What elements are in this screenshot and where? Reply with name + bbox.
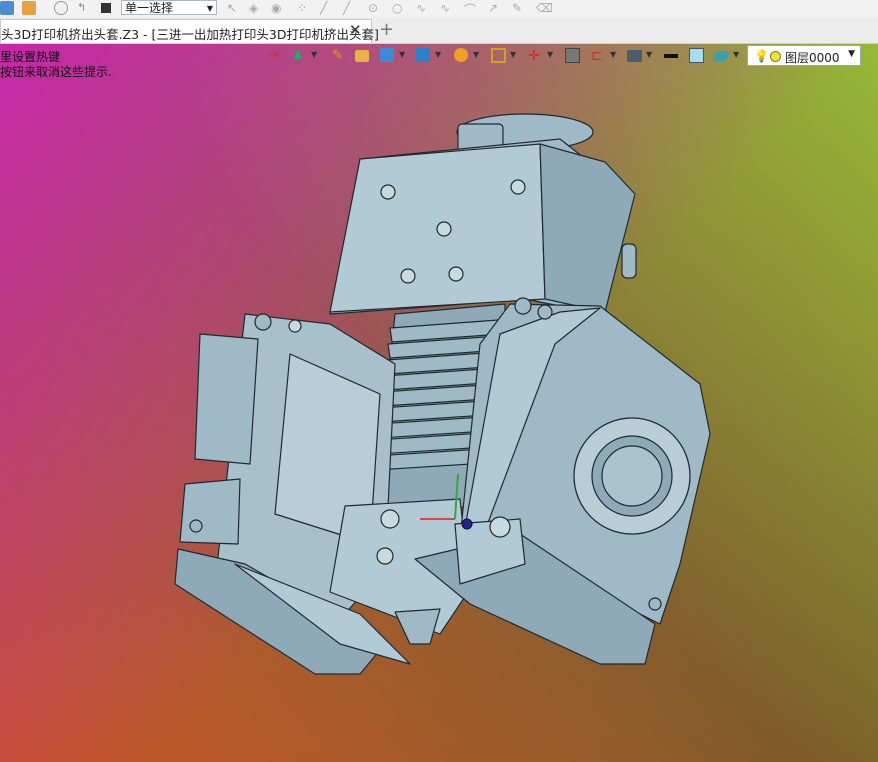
- document-tab-bar: 头3D打印机挤出头套.Z3 - [三进一出加热打印头3D打印机挤出头套] ✕: [0, 17, 878, 44]
- model-fan-hub: [601, 445, 663, 507]
- model-hex-screw: [380, 509, 400, 529]
- curve-icon[interactable]: ∿: [416, 1, 430, 15]
- model-screw: [489, 516, 511, 538]
- model-hole: [400, 268, 416, 284]
- model-motor-side: [539, 143, 636, 313]
- eraser-icon[interactable]: ⌫: [536, 1, 553, 15]
- selection-mode-value: 单一选择: [125, 1, 174, 15]
- 3d-viewport[interactable]: 里设置热键 按钮来取消这些提示. ⇥ ♟ ▼ ✎ ▼ ▼ ▼ ▼ ✛ ▼ ⊏ ▼: [0, 44, 878, 762]
- model-screw: [537, 304, 553, 320]
- model-screw: [514, 297, 532, 315]
- brush-icon[interactable]: ✎: [512, 1, 526, 15]
- model-hole: [288, 319, 302, 333]
- save-icon[interactable]: [0, 1, 14, 15]
- pen-icon[interactable]: ↗: [488, 1, 502, 15]
- tab-document[interactable]: 头3D打印机挤出头套.Z3 - [三进一出加热打印头3D打印机挤出头套] ✕: [0, 19, 379, 43]
- pick-icon[interactable]: ◈: [249, 1, 263, 15]
- circle2-icon[interactable]: ○: [392, 1, 406, 15]
- circle-icon[interactable]: ⊙: [368, 1, 382, 15]
- model-nozzle: [394, 608, 441, 645]
- tab-document-label: 头3D打印机挤出头套.Z3 - [三进一出加热打印头3D打印机挤出头套]: [1, 27, 379, 42]
- stop-icon[interactable]: [101, 3, 111, 13]
- redo-icon[interactable]: ↰: [77, 1, 91, 15]
- selection-mode-select[interactable]: 单一选择 ▼: [121, 0, 217, 15]
- line2-icon[interactable]: ╱: [343, 1, 357, 15]
- model-side-knob: [621, 243, 637, 279]
- model-hex-screw: [376, 547, 394, 565]
- curve2-icon[interactable]: ∿: [440, 1, 454, 15]
- line-icon[interactable]: ╱: [320, 1, 334, 15]
- arc-icon[interactable]: ⌒: [464, 1, 478, 17]
- point-icon[interactable]: ⁘: [297, 1, 311, 15]
- chevron-down-icon: ▼: [206, 4, 213, 13]
- model-left-bracket: [194, 333, 259, 465]
- cursor-icon[interactable]: ↖: [227, 1, 241, 15]
- model-screw: [189, 519, 203, 533]
- play-icon[interactable]: ◉: [271, 1, 285, 15]
- model-screw: [648, 597, 662, 611]
- top-toolbar: ↰ 单一选择 ▼ ↖ ◈ ◉ ⁘ ╱ ╱ ⊙ ○ ∿ ∿ ⌒ ↗ ✎ ⌫: [0, 0, 878, 18]
- model-left-foot: [179, 478, 241, 545]
- history-icon[interactable]: [54, 1, 68, 15]
- model-hole: [436, 221, 452, 237]
- model-screw: [254, 313, 272, 331]
- model-hole: [380, 184, 396, 200]
- image-icon[interactable]: [22, 1, 36, 15]
- model-hole: [510, 179, 526, 195]
- model-hole: [448, 266, 464, 282]
- add-tab-button[interactable]: +: [379, 19, 394, 40]
- close-icon[interactable]: ✕: [349, 21, 362, 39]
- 3d-model-extruder-head[interactable]: [0, 44, 878, 762]
